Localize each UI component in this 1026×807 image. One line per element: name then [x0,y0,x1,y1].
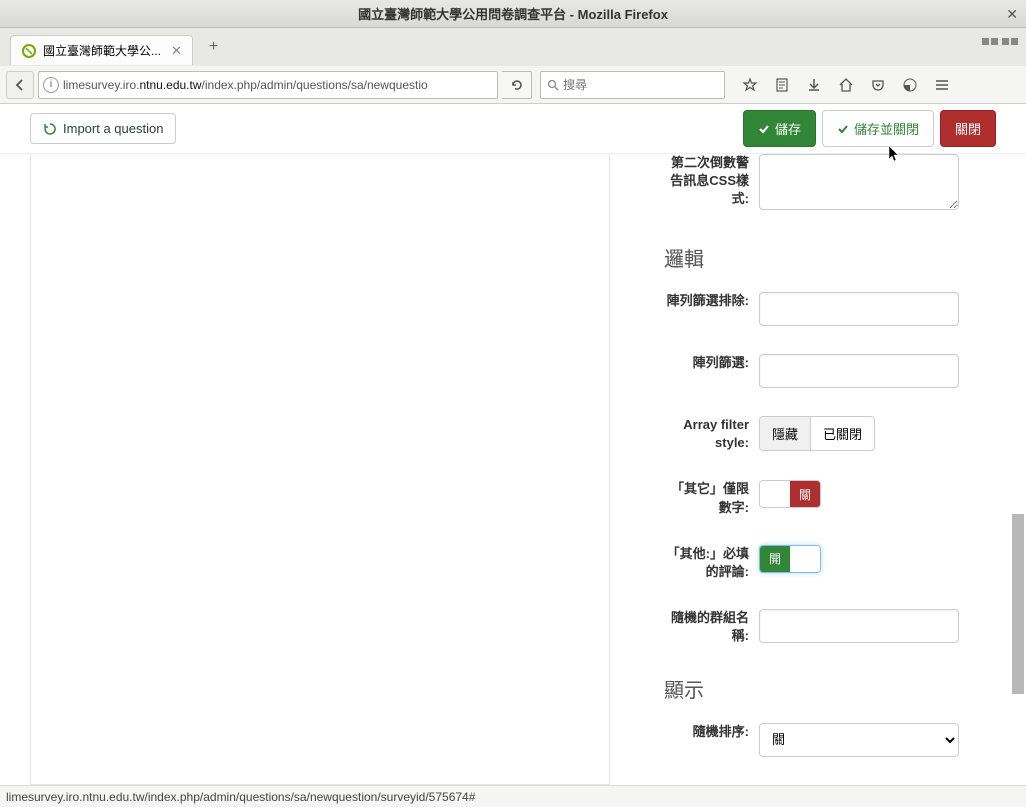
page-action-toolbar: Import a question 儲存 儲存並關閉 關閉 [0,104,1026,154]
lime-favicon-icon [21,43,37,59]
right-settings-panel: 第二次倒數警告訊息CSS樣式: 邏輯 陣列篩選排除: 陣列篩選: Array f… [664,154,1004,785]
page-content: Import a question 儲存 儲存並關閉 關閉 第二次倒數警告訊息C… [0,104,1026,785]
menu-icon[interactable] [927,71,957,99]
other-required-switch[interactable]: 開 [759,545,821,573]
search-icon [547,79,559,91]
random-group-label: 隨機的群組名稱: [664,609,759,645]
logic-section-header: 邏輯 [664,243,1004,272]
pocket-icon[interactable] [863,71,893,99]
search-input[interactable] [563,78,718,92]
notification-icon[interactable] [895,71,925,99]
array-filter-input[interactable] [759,354,959,388]
browser-toolbar: i limesurvey.iro.ntnu.edu.tw/index.php/a… [0,66,1026,104]
status-text: limesurvey.iro.ntnu.edu.tw/index.php/adm… [6,790,475,804]
tab-title: 國立臺灣師範大學公... [43,42,161,59]
window-title: 國立臺灣師範大學公用問卷調查平台 - Mozilla Firefox [358,4,668,23]
check-icon [758,123,770,135]
status-bar: limesurvey.iro.ntnu.edu.tw/index.php/adm… [0,785,1026,807]
other-num-only-label: 「其它」僅限數字: [664,480,759,516]
search-bar[interactable] [540,71,725,99]
reload-icon [510,78,524,92]
url-bar[interactable]: i limesurvey.iro.ntnu.edu.tw/index.php/a… [38,71,498,99]
toggle-option-closed[interactable]: 已關閉 [811,417,874,450]
home-icon[interactable] [831,71,861,99]
back-arrow-icon [13,78,27,92]
close-button[interactable]: 關閉 [940,110,996,147]
array-filter-label: 陣列篩選: [664,354,759,372]
left-editor-panel [30,154,610,785]
random-order-label: 隨機排序: [664,723,759,741]
array-filter-style-label: Array filter style: [664,416,759,452]
random-order-select[interactable]: 關 [759,723,959,757]
tab-close-icon[interactable]: ✕ [171,43,182,59]
css-warning-textarea[interactable] [759,154,959,210]
array-filter-exclude-label: 陣列篩選排除: [664,292,759,310]
css-warning-label: 第二次倒數警告訊息CSS樣式: [664,154,759,209]
toggle-option-hide[interactable]: 隱藏 [760,417,810,450]
import-question-button[interactable]: Import a question [30,113,176,144]
back-button[interactable] [6,71,34,99]
save-close-button[interactable]: 儲存並關閉 [822,110,934,147]
new-tab-button[interactable]: + [201,34,226,60]
window-titlebar: 國立臺灣師範大學公用問卷調查平台 - Mozilla Firefox ✕ [0,0,1026,28]
array-filter-style-toggle[interactable]: 隱藏 已關閉 [759,416,875,451]
tab-grid-icon[interactable] [982,38,1018,56]
browser-tab[interactable]: 國立臺灣師範大學公... ✕ [10,35,193,65]
save-button[interactable]: 儲存 [743,110,816,147]
other-num-only-switch[interactable]: 關 [759,480,821,508]
import-icon [43,122,57,136]
downloads-icon[interactable] [799,71,829,99]
bookmark-star-icon[interactable] [735,71,765,99]
site-info-icon[interactable]: i [43,77,59,93]
url-text: limesurvey.iro.ntnu.edu.tw/index.php/adm… [63,78,493,92]
tab-bar: 國立臺灣師範大學公... ✕ + [0,28,1026,66]
array-filter-exclude-input[interactable] [759,292,959,326]
page-scrollbar[interactable] [1009,154,1024,785]
window-close-button[interactable]: ✕ [1006,6,1018,23]
display-section-header: 顯示 [664,674,1004,703]
check-icon [837,123,849,135]
scrollbar-thumb[interactable] [1012,514,1024,694]
other-required-label: 「其他:」必填的評論: [664,545,759,581]
bookmarks-list-icon[interactable] [767,71,797,99]
reload-button[interactable] [502,71,532,99]
random-group-input[interactable] [759,609,959,643]
